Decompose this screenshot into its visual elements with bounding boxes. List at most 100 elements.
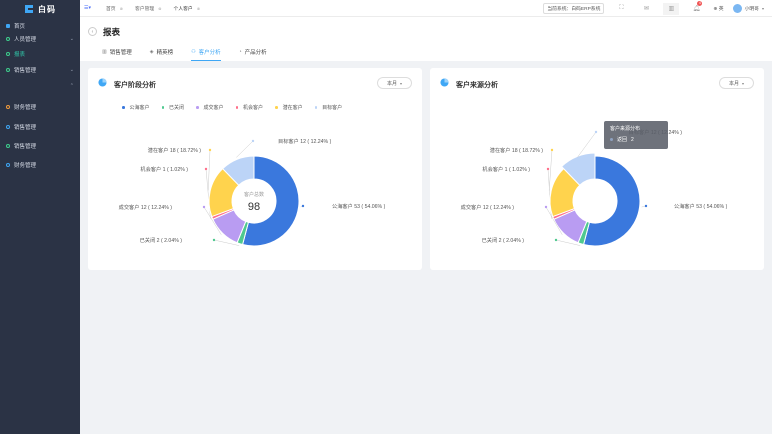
tab-customer-analysis[interactable]: ⚇ 客户分析 xyxy=(191,46,221,61)
sales-icon xyxy=(6,125,10,129)
tab-elite-ranking[interactable]: ◈ 精英榜 xyxy=(150,46,173,58)
chevron-icon[interactable]: ⌄ xyxy=(70,67,74,73)
sidebar-item[interactable]: 销售管理 xyxy=(0,121,80,133)
sidebar-item-label: 销售管理 xyxy=(14,144,37,150)
slice-label: 机会客户 1 ( 1.02% ) xyxy=(482,165,530,173)
message-icon[interactable]: ✉ xyxy=(638,3,654,15)
notification-badge: 4 xyxy=(697,0,703,6)
slice-label: 公海客户 53 ( 54.06% ) xyxy=(674,202,728,210)
tab-sales-management[interactable]: ▥ 销售管理 xyxy=(102,46,132,58)
tab-label: 个人客户 xyxy=(173,6,193,12)
sidebar-item[interactable]: 财务管理 xyxy=(0,101,80,113)
language-switcher[interactable]: ⊕ 英 xyxy=(713,5,723,12)
chevron-icon[interactable]: ⌄ xyxy=(70,36,74,42)
logo-icon xyxy=(24,4,34,14)
language-label: 英 xyxy=(718,7,724,12)
tab-label: 精英榜 xyxy=(156,50,174,56)
finance-icon xyxy=(6,163,10,167)
sidebar-item-label: 人员管理 xyxy=(14,37,37,43)
system-switcher[interactable]: 当前系统：白码ERP系统 xyxy=(543,3,605,14)
slice-label: 已关闭 2 ( 2.04% ) xyxy=(482,236,525,244)
slice-label: 已关闭 2 ( 2.04% ) xyxy=(140,236,183,244)
finance-icon xyxy=(6,105,10,109)
label-dot xyxy=(301,204,305,208)
sidebar-item-label: 报表 xyxy=(14,52,26,58)
series-dot xyxy=(610,138,613,141)
chart-tooltip: 客户来源分布 返回 2 xyxy=(604,121,668,149)
sidebar-item[interactable]: 销售管理 xyxy=(0,140,80,152)
slice-label: 公海客户 53 ( 54.06% ) xyxy=(332,202,386,210)
bar-chart-icon: ▥ xyxy=(102,49,107,55)
tab-label: 客户分析 xyxy=(198,50,221,56)
tooltip-item-value: 2 xyxy=(631,136,634,143)
sales-icon xyxy=(6,144,10,148)
slice-label: 潜在客户 18 ( 18.72% ) xyxy=(490,146,544,154)
label-dot xyxy=(550,148,554,152)
avatar xyxy=(732,4,742,13)
close-icon[interactable]: ⊗ xyxy=(120,6,123,11)
sidebar-item-label: 财务管理 xyxy=(14,163,37,169)
label-dot xyxy=(594,130,598,134)
app-logo[interactable]: 白码 xyxy=(0,0,80,18)
bell-icon[interactable]: 🔔︎ 4 xyxy=(688,0,704,15)
tab-home[interactable]: 首页 ⊗ xyxy=(106,5,123,12)
fullscreen-icon[interactable]: ⛶ xyxy=(613,3,629,15)
tab-product-analysis[interactable]: ◔ 产品分析 xyxy=(239,46,267,58)
tab-label: 首页 xyxy=(106,6,116,12)
close-icon[interactable]: ⊗ xyxy=(197,6,200,11)
home-grid-icon xyxy=(6,24,10,28)
tooltip-item-label: 返回 xyxy=(617,137,628,143)
slice-label: 机会客户 1 ( 1.02% ) xyxy=(140,165,188,173)
logo-text: 白码 xyxy=(38,4,56,14)
label-dot xyxy=(544,205,548,209)
globe-icon: ⊕ xyxy=(713,7,718,12)
slice-label: 成交客户 12 ( 12.24% ) xyxy=(119,203,173,211)
username: 小明哥 xyxy=(744,7,759,12)
back-icon[interactable]: ‹ xyxy=(88,27,97,36)
sales-icon xyxy=(6,68,10,72)
sidebar-item[interactable]: 财务管理 xyxy=(0,159,80,171)
label-dot xyxy=(644,204,648,208)
slice-label: 目标客户 12 ( 12.24% ) xyxy=(278,137,332,145)
donut-chart: 公海客户 53 ( 54.06% ) 已关闭 2 ( 2.04% ) 成交客户 12… xyxy=(119,137,386,247)
pie-icon: ◔ xyxy=(238,49,242,55)
top-bar: ☰▾ 首页 ⊗ 客户管理 ⊗ 个人客户 ⊗ 当前系统：白码ERP系统 ⛶ ✉ ▥… xyxy=(80,0,772,17)
layout-icon[interactable]: ▥ xyxy=(663,2,680,15)
sidebar-item[interactable]: ⌃ xyxy=(0,80,80,92)
close-icon[interactable]: ⊗ xyxy=(158,6,161,11)
tooltip-title: 客户来源分布 xyxy=(610,126,641,132)
user-menu[interactable]: 小明哥 ▾ xyxy=(732,4,764,13)
sidebar-item[interactable]: 首页 xyxy=(0,20,80,32)
sidebar-item[interactable]: 报表 xyxy=(0,48,80,60)
label-dot xyxy=(546,167,550,171)
layers-icon: ◈ xyxy=(149,49,154,55)
users-icon: ⚇ xyxy=(191,49,196,55)
center-value: 98 xyxy=(248,201,260,213)
tab-customer-management[interactable]: 客户管理 ⊗ xyxy=(135,5,162,12)
customer-source-card: 客户来源分析 本月 ▾ 公海客户 53 ( 54.06% ) 已关闭 2 ( 2.0… xyxy=(430,68,764,270)
tab-label: 销售管理 xyxy=(109,50,132,56)
report-tabs: ▥ 销售管理 ◈ 精英榜 ⚇ 客户分析 ◔ 产品分析 xyxy=(102,46,267,61)
label-leader-line xyxy=(207,149,211,191)
tab-label: 客户管理 xyxy=(134,6,155,12)
slice-label: 成交客户 12 ( 12.24% ) xyxy=(461,203,515,211)
menu-toggle-icon[interactable]: ☰▾ xyxy=(84,5,94,11)
slice-label: 潜在客户 18 ( 18.72% ) xyxy=(148,146,202,154)
label-dot xyxy=(204,167,208,171)
tab-label: 产品分析 xyxy=(244,50,267,56)
chevron-icon[interactable]: ⌃ xyxy=(70,83,74,89)
page-header: ‹ 报表 ▥ 销售管理 ◈ 精英榜 ⚇ 客户分析 ◔ 产品分析 xyxy=(80,17,772,61)
center-label: 客户总数 xyxy=(244,191,264,198)
page-title: 报表 xyxy=(103,27,121,37)
donut-chart: 公海客户 53 ( 54.06% ) 已关闭 2 ( 2.04% ) 成交客户 12… xyxy=(461,128,728,247)
label-dot xyxy=(202,205,206,209)
sidebar-item-label: 销售管理 xyxy=(14,68,37,74)
sidebar-item-label: 销售管理 xyxy=(14,125,37,131)
tab-personal-customer[interactable]: 个人客户 ⊗ xyxy=(174,5,201,12)
sidebar-item[interactable]: 人员管理 ⌄ xyxy=(0,33,80,45)
customer-stage-card: 客户阶段分析 本月 ▾ 公海客户 已关闭 成交客户 机会客户 潜在客户 目标客户 公海客户 … xyxy=(88,68,422,270)
sidebar: 白码 首页 人员管理 ⌄ 报表 销售管理 ⌄ ⌃ 财务管理 销售管理 销售管理 财务管理 xyxy=(0,0,80,434)
sidebar-item[interactable]: 销售管理 ⌄ xyxy=(0,64,80,76)
person-icon xyxy=(6,37,10,41)
label-dot xyxy=(554,238,558,242)
